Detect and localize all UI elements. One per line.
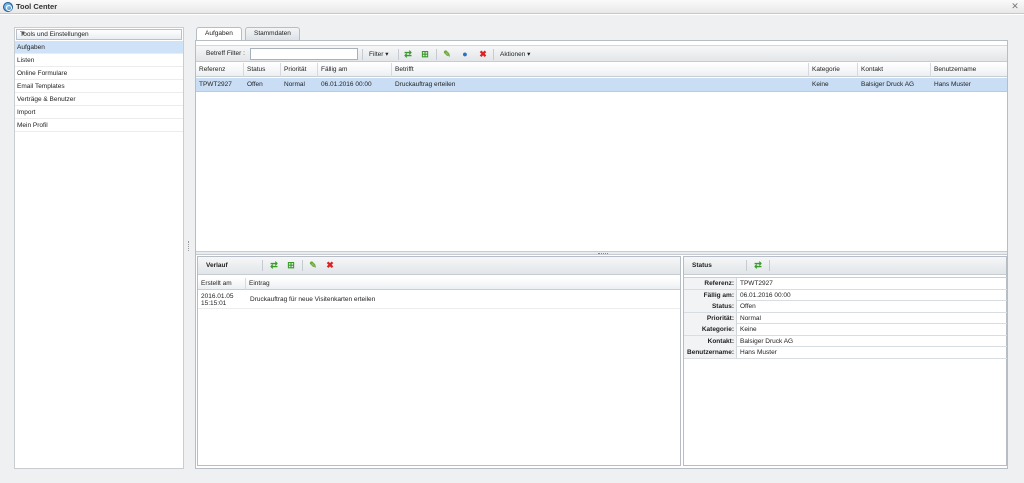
sidebar: Tools und Einstellungen ▼ Aufgaben Liste…	[14, 27, 184, 469]
cell-benutzername: Hans Muster	[934, 81, 971, 88]
sidebar-item-online-formulare[interactable]: Online Formulare	[15, 67, 183, 80]
edit-icon[interactable]: ✎	[308, 260, 318, 270]
main-panel: Betreff Filter : Filter ▾ ⇄ ⊞ ✎ ● ✖ Akti…	[195, 40, 1008, 469]
history-date: 2016.01.05 15:15:01	[201, 293, 234, 307]
column-header-erstellt-am[interactable]: Erstellt am	[198, 278, 246, 290]
column-header-kontakt[interactable]: Kontakt	[858, 63, 931, 77]
sidebar-item-listen[interactable]: Listen	[15, 54, 183, 67]
chevron-down-icon: ▾	[527, 51, 531, 58]
app-logo-icon	[3, 2, 13, 12]
sidebar-item-email-templates[interactable]: Email Templates	[15, 80, 183, 93]
tab-aufgaben[interactable]: Aufgaben	[196, 27, 242, 41]
tab-stammdaten[interactable]: Stammdaten	[245, 27, 300, 40]
cell-faellig-am: 06.01.2016 00:00	[321, 81, 372, 88]
refresh-icon[interactable]: ⇄	[403, 49, 413, 59]
column-header-eintrag[interactable]: Eintrag	[246, 278, 680, 290]
horizontal-splitter[interactable]	[196, 251, 1007, 255]
property-row: Fällig am: 06.01.2016 00:00	[684, 289, 1007, 301]
task-toolbar: Betreff Filter : Filter ▾ ⇄ ⊞ ✎ ● ✖ Akti…	[196, 45, 1007, 62]
sidebar-item-vertraege-benutzer[interactable]: Verträge & Benutzer	[15, 93, 183, 106]
property-value: 06.01.2016 00:00	[740, 291, 791, 299]
property-key: Fällig am:	[684, 289, 737, 301]
sidebar-item-mein-profil[interactable]: Mein Profil	[15, 119, 183, 132]
cell-prioritaet: Normal	[284, 81, 305, 88]
property-row: Priorität: Normal	[684, 312, 1007, 324]
filter-button-label: Filter	[369, 51, 384, 58]
delete-icon[interactable]: ✖	[325, 260, 335, 270]
toolbar-separator	[262, 260, 263, 271]
property-key: Priorität:	[684, 312, 737, 324]
column-header-benutzername[interactable]: Benutzername	[931, 63, 1007, 77]
add-icon[interactable]: ⊞	[420, 49, 430, 59]
property-value: Keine	[740, 326, 757, 333]
property-row: Status: Offen	[684, 301, 1007, 313]
column-header-betrifft[interactable]: Betrifft	[392, 63, 809, 77]
column-header-kategorie[interactable]: Kategorie	[809, 63, 858, 77]
property-row: Referenz: TPWT2927	[684, 278, 1007, 290]
property-value: Normal	[740, 314, 761, 322]
filter-button[interactable]: Filter ▾	[369, 49, 389, 60]
toolbar-separator	[769, 260, 770, 271]
cell-betrifft: Druckauftrag erteilen	[395, 81, 456, 88]
property-value: Balsiger Druck AG	[740, 337, 794, 345]
history-grid-header: Erstellt am Eintrag	[198, 278, 680, 290]
history-entry: Druckauftrag für neue Visitenkarten erte…	[250, 296, 376, 303]
property-key: Kontakt:	[684, 335, 737, 347]
status-panel-header: Status ⇄	[684, 257, 1006, 275]
history-panel-title: Verlauf	[206, 262, 228, 269]
cell-kontakt: Balsiger Druck AG	[861, 81, 915, 88]
toolbar-separator	[493, 49, 494, 60]
cell-kategorie: Keine	[812, 81, 829, 88]
actions-button[interactable]: Aktionen ▾	[500, 49, 530, 60]
property-key: Benutzername:	[684, 347, 737, 358]
close-icon[interactable]: ✕	[1010, 1, 1020, 11]
actions-button-label: Aktionen	[500, 51, 526, 58]
toolbar-separator	[302, 260, 303, 271]
add-icon[interactable]: ⊞	[286, 260, 296, 270]
property-row: Kontakt: Balsiger Druck AG	[684, 335, 1007, 347]
status-panel: Status ⇄ Referenz: TPWT2927 Fällig am: 0…	[683, 256, 1007, 466]
sidebar-item-aufgaben[interactable]: Aufgaben	[15, 41, 183, 54]
toolbar-separator	[746, 260, 747, 271]
filter-label: Betreff Filter :	[206, 50, 245, 57]
column-header-referenz[interactable]: Referenz	[196, 63, 244, 77]
toolbar-separator	[362, 49, 363, 60]
cell-status: Offen	[247, 81, 263, 88]
property-value: Hans Muster	[740, 349, 777, 356]
property-value: Offen	[740, 303, 756, 310]
vertical-splitter[interactable]	[187, 27, 190, 469]
chevron-down-icon: ▼	[20, 31, 26, 37]
property-key: Status:	[684, 301, 737, 312]
history-panel-header: Verlauf ⇄ ⊞ ✎ ✖	[198, 257, 680, 275]
property-grid: Referenz: TPWT2927 Fällig am: 06.01.2016…	[684, 277, 1007, 359]
column-header-faellig-am[interactable]: Fällig am	[318, 63, 392, 77]
sidebar-item-import[interactable]: Import	[15, 106, 183, 119]
user-icon[interactable]: ●	[460, 49, 470, 59]
delete-icon[interactable]: ✖	[478, 49, 488, 59]
refresh-icon[interactable]: ⇄	[269, 260, 279, 270]
property-row: Kategorie: Keine	[684, 324, 1007, 336]
window-title: Tool Center	[16, 2, 58, 11]
column-header-prioritaet[interactable]: Priorität	[281, 63, 318, 77]
task-grid-header: Referenz Status Priorität Fällig am Betr…	[196, 63, 1007, 77]
cell-referenz: TPWT2927	[199, 81, 232, 88]
refresh-icon[interactable]: ⇄	[753, 260, 763, 270]
edit-icon[interactable]: ✎	[442, 49, 452, 59]
list-item[interactable]: 2016.01.05 15:15:01 Druckauftrag für neu…	[198, 291, 680, 309]
property-value: TPWT2927	[740, 280, 773, 287]
status-panel-title: Status	[692, 262, 712, 269]
sidebar-combo[interactable]: Tools und Einstellungen ▼	[16, 29, 182, 40]
property-key: Referenz:	[684, 278, 737, 289]
subject-filter-input[interactable]	[250, 48, 358, 60]
property-row: Benutzername: Hans Muster	[684, 347, 1007, 359]
toolbar-separator	[398, 49, 399, 60]
window-titlebar: Tool Center ✕	[0, 0, 1024, 14]
chevron-down-icon: ▾	[385, 51, 389, 58]
column-header-status[interactable]: Status	[244, 63, 281, 77]
property-key: Kategorie:	[684, 324, 737, 335]
history-panel: Verlauf ⇄ ⊞ ✎ ✖ Erstellt am Eintrag 2016…	[197, 256, 681, 466]
toolbar-separator	[436, 49, 437, 60]
table-row[interactable]: TPWT2927 Offen Normal 06.01.2016 00:00 D…	[196, 78, 1007, 92]
